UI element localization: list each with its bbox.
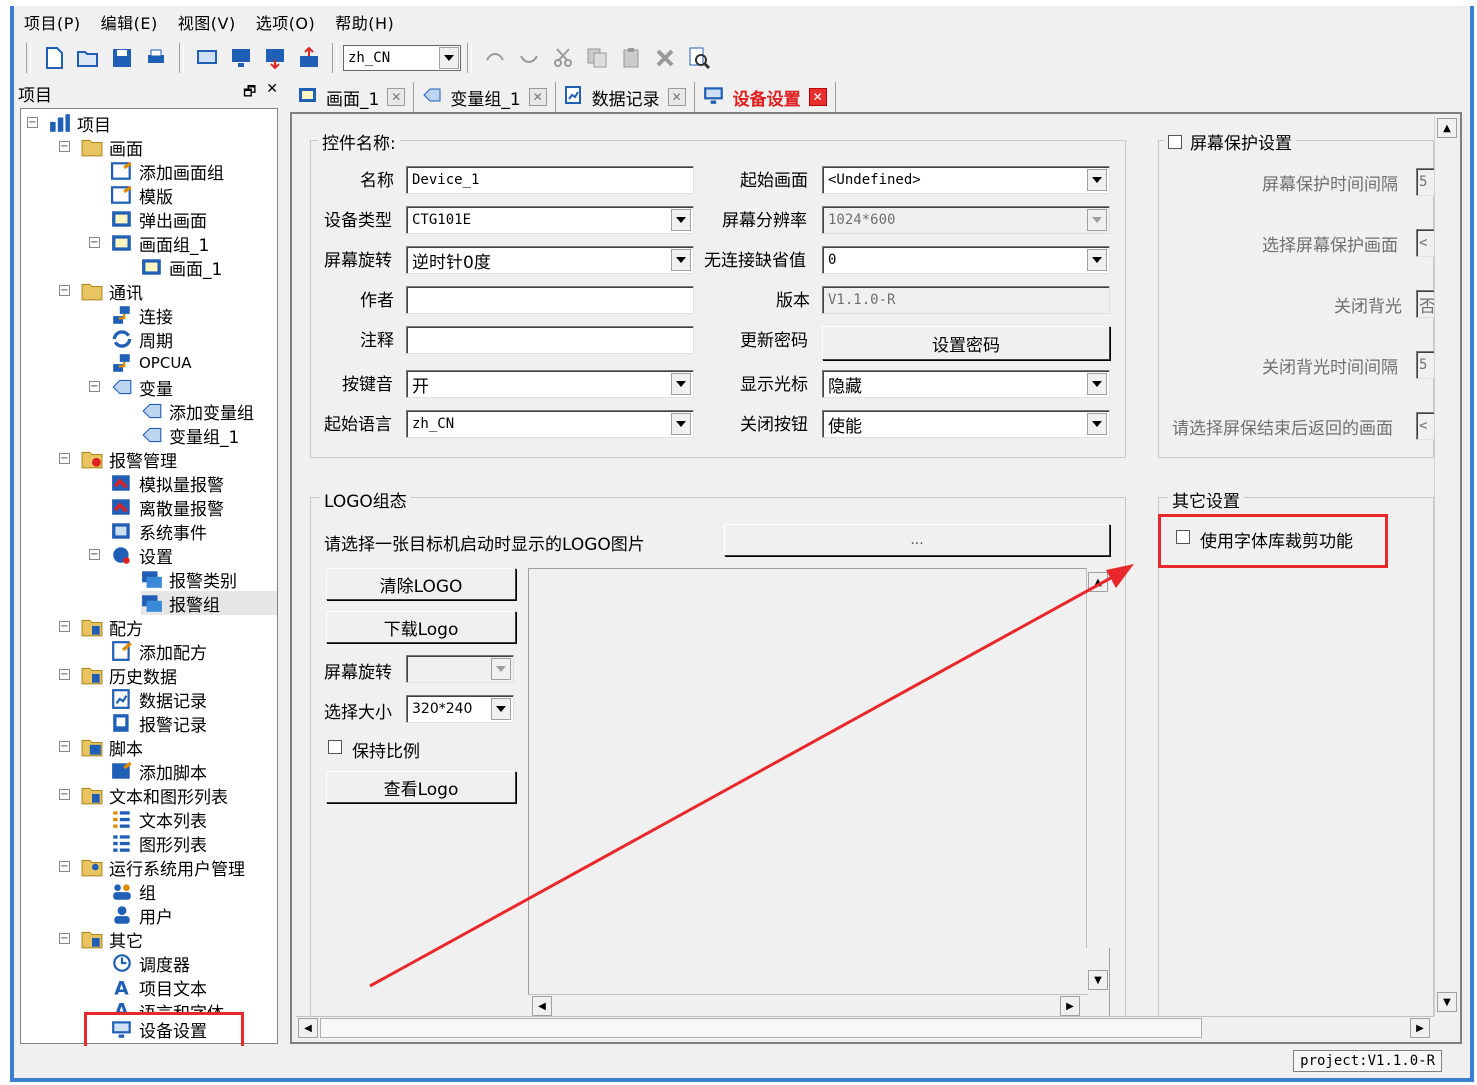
annotation-arrow — [369, 564, 1134, 988]
status-text: project:V1.1.0-R — [1293, 1050, 1442, 1072]
status-bar: project:V1.1.0-R — [14, 1046, 1462, 1076]
